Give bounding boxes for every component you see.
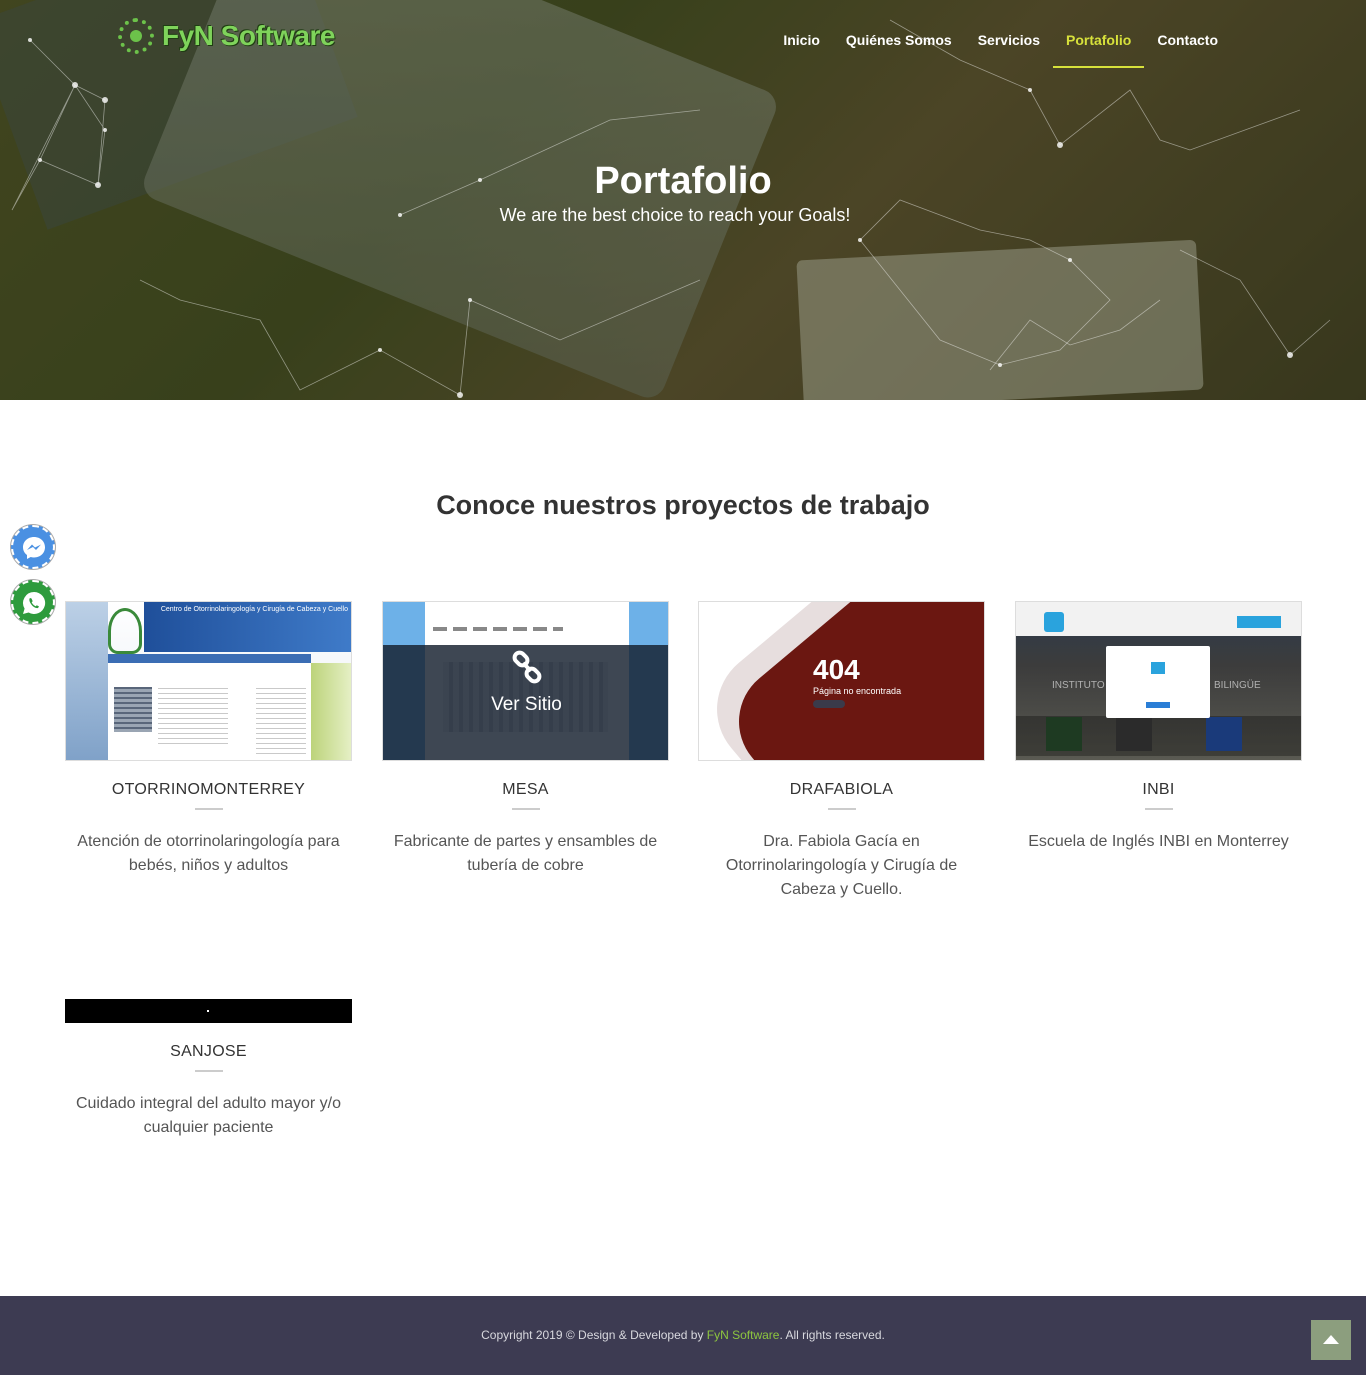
thumb-text-lines bbox=[256, 684, 306, 754]
back-to-top-button[interactable] bbox=[1311, 1320, 1351, 1360]
ver-sitio-label[interactable]: Ver Sitio bbox=[383, 694, 668, 716]
project-title: DRAFABIOLA bbox=[789, 781, 894, 798]
thumb-building bbox=[114, 687, 152, 732]
thumb-text-right: BILINGÜE bbox=[1214, 680, 1261, 691]
project-thumbnail[interactable]: Ver Sitio bbox=[382, 601, 669, 761]
project-card-drafabiola: 404 Página no encontrada DRAFABIOLA Dra.… bbox=[698, 601, 985, 902]
main-nav: Inicio Quiénes Somos Servicios Portafoli… bbox=[770, 30, 1231, 68]
nav-contacto[interactable]: Contacto bbox=[1144, 30, 1231, 68]
thumb-modal bbox=[1106, 646, 1210, 718]
copyright-text: Copyright 2019 © Design & Developed by F… bbox=[0, 1328, 1366, 1342]
thumb-modal-icon bbox=[1151, 662, 1165, 674]
whatsapp-button[interactable] bbox=[11, 580, 55, 624]
thumb-logo bbox=[108, 608, 142, 654]
project-thumbnail[interactable]: 404 Página no encontrada bbox=[698, 601, 985, 761]
project-card-otorrinomonterrey: Centro de Otorrinolaringología y Cirugía… bbox=[65, 601, 352, 878]
thumb-banner: Centro de Otorrinolaringología y Cirugía… bbox=[144, 602, 351, 652]
thumb-text-lines bbox=[158, 684, 228, 744]
logo-text: FyN Software bbox=[162, 20, 335, 51]
title-divider bbox=[1144, 808, 1173, 810]
thumb-button bbox=[813, 700, 845, 708]
thumb-error-code: 404 bbox=[813, 654, 860, 685]
whatsapp-icon bbox=[23, 591, 46, 614]
thumb-bg bbox=[66, 602, 108, 760]
thumb-menu bbox=[108, 654, 311, 663]
project-title: OTORRINOMONTERREY bbox=[111, 781, 306, 798]
project-card-inbi: INSTITUTO BILINGÜE INBI Escuela de Inglé… bbox=[1015, 601, 1302, 854]
project-title: INBI bbox=[1142, 781, 1175, 798]
thumb-sidebar bbox=[311, 663, 351, 760]
project-thumbnail[interactable]: Centro de Otorrinolaringología y Cirugía… bbox=[65, 601, 352, 761]
thumb-text-left: INSTITUTO bbox=[1052, 680, 1105, 691]
footer: Copyright 2019 © Design & Developed by F… bbox=[0, 1296, 1366, 1375]
thumb-error-message: Página no encontrada bbox=[813, 686, 902, 696]
thumb-logo bbox=[1044, 612, 1064, 632]
thumb-phone bbox=[1237, 616, 1281, 628]
project-thumbnail[interactable] bbox=[65, 999, 352, 1023]
page-subtitle: We are the best choice to reach your Goa… bbox=[499, 205, 851, 225]
project-description: Atención de otorrinolaringología para be… bbox=[77, 833, 340, 874]
thumb-modal-button bbox=[1146, 702, 1170, 708]
messenger-icon bbox=[23, 537, 45, 559]
thumb-tile bbox=[1046, 717, 1082, 751]
thumb-tile bbox=[1116, 717, 1152, 751]
thumb-dot bbox=[207, 1010, 209, 1012]
nav-servicios[interactable]: Servicios bbox=[965, 30, 1053, 68]
title-divider bbox=[827, 808, 856, 810]
project-description: Fabricante de partes y ensambles de tube… bbox=[393, 833, 658, 874]
footer-brand-link[interactable]: FyN Software bbox=[707, 1328, 780, 1342]
messenger-button[interactable] bbox=[11, 525, 55, 569]
title-divider bbox=[194, 1070, 223, 1072]
project-description: Cuidado integral del adulto mayor y/o cu… bbox=[75, 1095, 342, 1136]
thumb-nav bbox=[433, 627, 563, 631]
project-card-sanjose: SANJOSE Cuidado integral del adulto mayo… bbox=[65, 999, 352, 1140]
hero-banner: FyN Software Inicio Quiénes Somos Servic… bbox=[0, 0, 1366, 400]
copyright-suffix: . All rights reserved. bbox=[779, 1328, 885, 1342]
site-logo[interactable]: FyN Software bbox=[118, 18, 335, 54]
section-title: Conoce nuestros proyectos de trabajo bbox=[436, 490, 930, 520]
nav-portafolio[interactable]: Portafolio bbox=[1052, 30, 1145, 68]
project-thumbnail[interactable]: INSTITUTO BILINGÜE bbox=[1015, 601, 1302, 761]
thumb-banner-text: Centro de Otorrinolaringología y Cirugía… bbox=[160, 606, 348, 613]
title-divider bbox=[511, 808, 540, 810]
title-divider bbox=[194, 808, 223, 810]
logo-icon bbox=[118, 18, 154, 54]
project-title: SANJOSE bbox=[170, 1043, 247, 1060]
project-title: MESA bbox=[502, 781, 549, 798]
project-card-mesa: Ver Sitio MESA Fabricante de partes y en… bbox=[382, 601, 669, 878]
page-title: Portafolio bbox=[594, 160, 772, 202]
project-description: Escuela de Inglés INBI en Monterrey bbox=[1028, 833, 1289, 850]
project-description: Dra. Fabiola Gacía en Otorrinolaringolog… bbox=[725, 833, 958, 898]
nav-inicio[interactable]: Inicio bbox=[770, 30, 833, 68]
copyright-prefix: Copyright 2019 © Design & Developed by bbox=[481, 1328, 707, 1342]
thumb-tile bbox=[1206, 717, 1242, 751]
link-icon bbox=[510, 650, 544, 684]
nav-quienes-somos[interactable]: Quiénes Somos bbox=[833, 30, 965, 68]
